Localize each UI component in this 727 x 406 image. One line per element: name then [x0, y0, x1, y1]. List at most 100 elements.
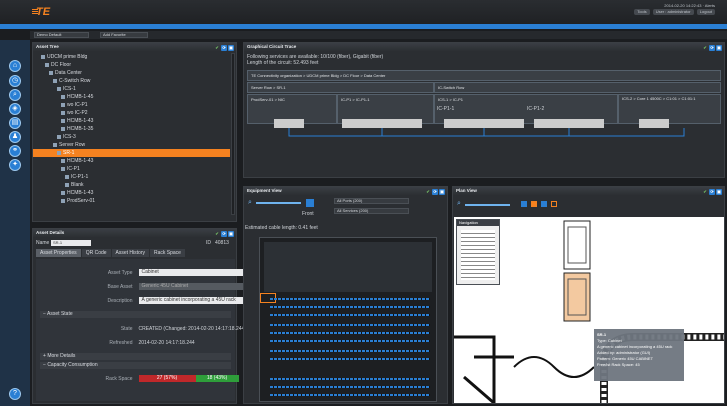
core-node[interactable]: ICS-2 > Core 1 4500C > C1:01 > C1:01:1 — [618, 94, 721, 124]
plan-title: Plan View — [456, 188, 477, 193]
logout-button[interactable]: Logout — [696, 9, 715, 15]
tree-item-label: HCMB-1-45 — [67, 94, 94, 100]
tools-button[interactable]: Tools — [634, 9, 650, 15]
port-block[interactable] — [274, 119, 304, 128]
tree-item[interactable]: HCMB-1-43 — [33, 189, 230, 197]
switch-row-node[interactable]: IC-Switch Row — [434, 82, 721, 93]
tree-item-label: HCMB-1-43 — [67, 190, 94, 196]
tree-item[interactable]: HCMB-1-43 — [33, 117, 230, 125]
tree-item-label: ProdServ-01 — [67, 198, 96, 204]
rotate-icon[interactable] — [306, 199, 314, 207]
zoom-slider[interactable] — [465, 204, 510, 206]
folder-icon — [53, 78, 57, 83]
refresh-icon[interactable]: ⟳ — [432, 189, 438, 195]
tree-item[interactable]: wo IC-P1 — [33, 101, 230, 109]
capacity-section[interactable]: − Capacity Consumption — [40, 362, 231, 369]
maximize-icon[interactable]: ▣ — [228, 45, 234, 51]
tab-qr-code[interactable]: QR Code — [81, 249, 111, 257]
services-select[interactable]: All Services (200) — [334, 208, 409, 214]
rack-view[interactable] — [259, 237, 437, 402]
accent-bar — [0, 24, 727, 29]
top-bar: TE 2014-02-20 14:22:43 · Alerts Tools Us… — [0, 0, 727, 24]
tree-item[interactable]: IC-P1-1 — [33, 173, 230, 181]
navigation-minimap[interactable]: Navigation — [456, 219, 500, 285]
zoom-icon[interactable]: ⌕ — [457, 200, 461, 208]
maximize-icon[interactable]: ▣ — [228, 231, 234, 237]
favorite-select[interactable]: Add Favorite — [100, 32, 148, 38]
check-icon[interactable]: ✔ — [702, 45, 708, 51]
tab-asset-properties[interactable]: Asset Properties — [36, 249, 81, 257]
tree-item[interactable]: HCMB-1-35 — [33, 125, 230, 133]
refresh-icon[interactable]: ⟳ — [221, 45, 227, 51]
port-block[interactable] — [639, 119, 669, 128]
ports-select[interactable]: All Ports (200) — [334, 198, 409, 204]
clock-icon[interactable]: ◷ — [9, 75, 21, 87]
tree-item[interactable]: Data Center — [33, 69, 230, 77]
view-icon[interactable] — [521, 201, 527, 207]
tab-rack-space[interactable]: Rack Space — [149, 249, 185, 257]
layer-icon[interactable] — [531, 201, 537, 207]
zoom-out-icon[interactable]: ⌕ — [248, 199, 252, 207]
refresh-icon[interactable]: ⟳ — [709, 189, 715, 195]
name-label: Name — [36, 240, 50, 246]
tree-item[interactable]: ICS-1 — [33, 85, 230, 93]
folder-icon — [61, 94, 65, 99]
tree-item[interactable]: ProdServ-01 — [33, 197, 230, 205]
name-field[interactable]: SR-1 — [51, 240, 91, 246]
zoom-slider[interactable] — [256, 202, 301, 204]
tree-item[interactable]: IC-P1 — [33, 165, 230, 173]
server-row-node[interactable]: Server Row > SR-1 — [247, 82, 434, 93]
rack-space-bar: 27 (57%) 18 (43%) — [138, 375, 239, 382]
tree-item[interactable]: ICS-3 — [33, 133, 230, 141]
field-label: State — [120, 326, 133, 332]
port-block[interactable] — [444, 119, 524, 128]
maximize-icon[interactable]: ▣ — [439, 189, 445, 195]
help-icon[interactable]: ? — [9, 388, 21, 400]
link-icon[interactable]: ⚭ — [9, 145, 21, 157]
tree-item[interactable]: C-Switch Row — [33, 77, 230, 85]
select-icon[interactable] — [551, 201, 557, 207]
port-block[interactable] — [534, 119, 604, 128]
user-icon[interactable]: ♟ — [9, 131, 21, 143]
tab-asset-history[interactable]: Asset History — [111, 249, 149, 257]
tree-item[interactable]: UDCM prime Bldg — [33, 53, 230, 61]
field-value[interactable]: A generic cabinet incorporating a 45U ra… — [138, 297, 249, 304]
tree-item[interactable]: Server Row — [33, 141, 230, 149]
layers-icon[interactable]: ◈ — [9, 103, 21, 115]
check-icon[interactable]: ✔ — [425, 189, 431, 195]
field-value[interactable]: Cabinet — [138, 269, 249, 276]
tree-item-label: HCMB-1-43 — [67, 158, 94, 164]
folder-icon — [57, 86, 61, 91]
tree-item[interactable]: HCMB-1-45 — [33, 93, 230, 101]
chart-icon[interactable]: ▤ — [9, 117, 21, 129]
tree-item[interactable]: wo IC-P2 — [33, 109, 230, 117]
port-block[interactable] — [342, 119, 422, 128]
search-icon[interactable]: ⌕ — [9, 89, 21, 101]
maximize-icon[interactable]: ▣ — [716, 189, 722, 195]
tree-item-label: ICS-3 — [63, 134, 76, 140]
circuit-trace-panel: Graphical Circuit Trace ✔ ⟳ ▣ Following se… — [243, 42, 725, 178]
tree-item[interactable]: SR-1 — [33, 149, 230, 157]
floor-plan[interactable]: Navigation SR-1 Type: Cabinet A generic … — [454, 217, 724, 403]
asset-tree-header: Asset Tree ✔ ⟳ ▣ — [33, 43, 236, 51]
group-select[interactable]: Demo Default — [34, 32, 89, 38]
tree-item-label: DC Floor — [51, 62, 72, 68]
check-icon[interactable]: ✔ — [214, 45, 220, 51]
tree-item[interactable]: Blank — [33, 181, 230, 189]
tree-item[interactable]: HCMB-1-43 — [33, 157, 230, 165]
check-icon[interactable]: ✔ — [702, 189, 708, 195]
tree-item[interactable]: DC Floor — [33, 61, 230, 69]
home-icon[interactable]: ⌂ — [9, 60, 21, 72]
icp2-label: IC-P1-2 — [527, 106, 545, 112]
asset-state-section[interactable]: − Asset State — [40, 311, 231, 318]
refresh-icon[interactable]: ⟳ — [709, 45, 715, 51]
tree-item-label: wo IC-P1 — [67, 102, 88, 108]
more-details-section[interactable]: + More Details — [40, 353, 231, 360]
asset-details-panel: Asset Details ✔ ⟳ ▣ Name SR-1 ID 40813 Ass… — [32, 228, 249, 404]
check-icon[interactable]: ✔ — [214, 231, 220, 237]
gear-icon[interactable]: ✦ — [9, 159, 21, 171]
grid-icon[interactable] — [541, 201, 547, 207]
maximize-icon[interactable]: ▣ — [716, 45, 722, 51]
tree-scrollbar[interactable] — [231, 53, 235, 215]
refresh-icon[interactable]: ⟳ — [221, 231, 227, 237]
